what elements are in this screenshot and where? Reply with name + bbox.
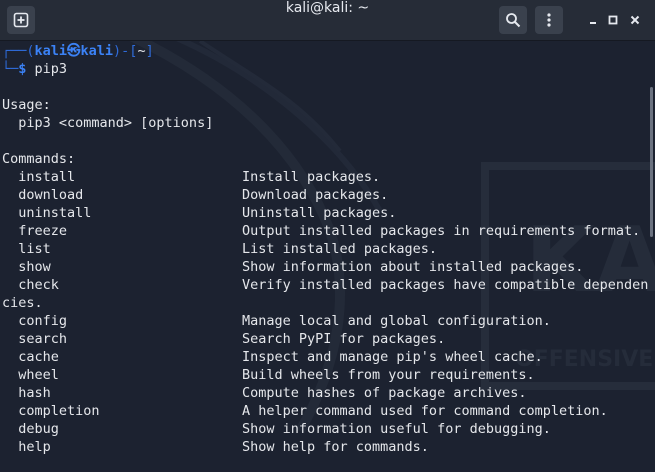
command-description: Inspect and manage pip's wheel cache. [242, 349, 543, 365]
command-row: download Download packages. [2, 186, 647, 204]
minimize-button[interactable] [585, 12, 601, 28]
command-row: list List installed packages. [2, 240, 647, 258]
prompt-line-2: └─$ pip3 [2, 60, 647, 78]
command-name: freeze [18, 223, 68, 239]
terminal-lines: ┌──(kali㉿kali)-[~] └─$ pip3 Usage: pip3 … [2, 42, 649, 456]
prompt-bracket-end: ] [145, 43, 154, 59]
close-icon [630, 15, 640, 25]
usage-syntax: pip3 <command> [options] [2, 115, 214, 131]
command-description: Show help for commands. [242, 439, 429, 455]
commands-heading: Commands: [2, 151, 76, 167]
scrollbar[interactable] [650, 87, 653, 237]
close-button[interactable] [627, 12, 643, 28]
command-description: Compute hashes of package archives. [242, 385, 527, 401]
command-description: Show information about installed package… [242, 259, 584, 275]
command-row: wheel Build wheels from your requirements… [2, 366, 647, 384]
title-bar: kali@kali: ~ [0, 0, 655, 41]
maximize-icon [608, 15, 618, 25]
command-row: cache Inspect and manage pip's wheel cach… [2, 348, 647, 366]
command-description: Verify installed packages have compatibl… [242, 277, 649, 293]
command-row: help Show help for commands. [2, 438, 647, 456]
command-description: Install packages. [242, 169, 381, 185]
menu-button[interactable] [535, 6, 563, 34]
command-name: uninstall [18, 205, 92, 221]
command-name: help [18, 439, 51, 455]
prompt-separator: )-[ [113, 43, 138, 59]
terminal-output[interactable]: KAL OFFENSIVE ┌──(kali㉿kali)-[~] └─$ pip… [0, 41, 655, 472]
maximize-button[interactable] [605, 12, 621, 28]
command-description: Build wheels from your requirements. [242, 367, 535, 383]
usage-heading: Usage: [2, 97, 51, 113]
command-row: check Verify installed packages have comp… [2, 276, 649, 294]
command-name: cache [18, 349, 59, 365]
command-description: Uninstall packages. [242, 205, 397, 221]
prompt-line-1: ┌──(kali㉿kali)-[~] [2, 42, 647, 60]
prompt-path: ~ [137, 43, 146, 59]
search-icon [506, 13, 521, 28]
command-description: Search PyPI for packages. [242, 331, 446, 347]
command-description: Download packages. [242, 187, 389, 203]
command-description: List installed packages. [242, 241, 438, 257]
command-name: wheel [18, 367, 59, 383]
terminal-window: kali@kali: ~ KA OFFENSIVE ┌──(kali㉿kali)… [0, 0, 655, 472]
command-name: install [18, 169, 76, 185]
search-button[interactable] [499, 6, 527, 34]
command-row: install Install packages. [2, 168, 647, 186]
command-row: uninstall Uninstall packages. [2, 204, 647, 222]
command-name: show [18, 259, 51, 275]
command-row: debug Show information useful for debuggi… [2, 420, 647, 438]
command-name: check [18, 277, 59, 293]
command-name: config [18, 313, 68, 329]
command-row: config Manage local and global configurat… [2, 312, 647, 330]
command-description: Show information useful for debugging. [242, 421, 551, 437]
command-row: completion A helper command used for comm… [2, 402, 647, 420]
command-description: Manage local and global configuration. [242, 313, 551, 329]
command-row: hash Compute hashes of package archives. [2, 384, 647, 402]
command-description: Output installed packages in requirement… [242, 223, 641, 239]
command-name: hash [18, 385, 51, 401]
prompt-prefix: ┌──( [2, 43, 35, 59]
command-description: A helper command used for command comple… [242, 403, 608, 419]
entered-command: pip3 [26, 61, 68, 77]
command-row: freeze Output installed packages in requi… [2, 222, 647, 240]
command-row: search Search PyPI for packages. [2, 330, 647, 348]
command-name: list [18, 241, 51, 257]
command-name: download [18, 187, 84, 203]
command-name: debug [18, 421, 59, 437]
command-name: completion [18, 403, 100, 419]
wrap-continuation: cies. [2, 295, 43, 311]
prompt-corner: └─ [2, 61, 19, 77]
kebab-menu-icon [547, 13, 551, 27]
command-name: search [18, 331, 68, 347]
prompt-user-host: kali㉿kali [34, 43, 114, 59]
command-row: show Show information about installed pac… [2, 258, 647, 276]
minimize-icon [590, 22, 596, 24]
